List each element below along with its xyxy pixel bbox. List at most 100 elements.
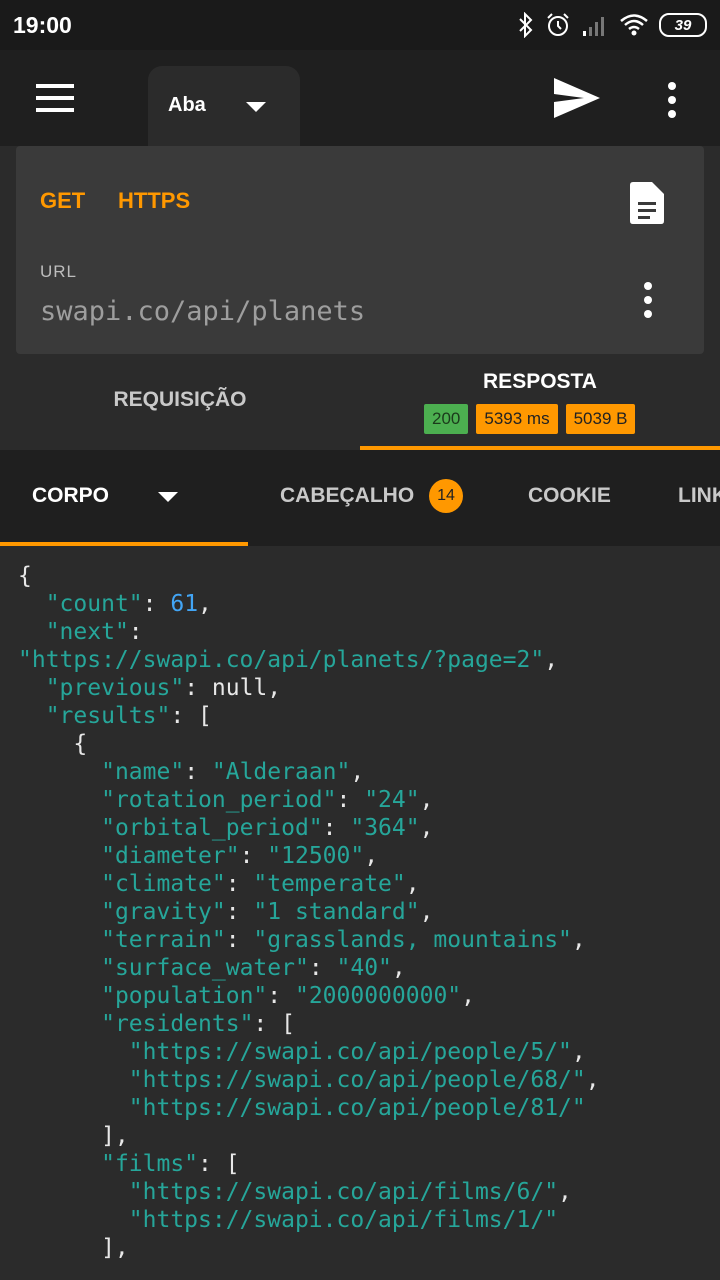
json-punct: , [461, 983, 475, 1009]
bluetooth-icon [519, 12, 533, 38]
json-line: "gravity": "1 standard", [18, 898, 720, 926]
json-punct [18, 1179, 129, 1205]
json-punct [18, 871, 101, 897]
json-string: "40" [336, 955, 392, 981]
json-line: { [18, 730, 720, 758]
json-punct [18, 1151, 101, 1177]
json-punct: , [585, 1067, 600, 1093]
wifi-icon [620, 14, 648, 36]
request-card: GET HTTPS URL swapi.co/api/planets [16, 146, 704, 354]
json-punct [18, 983, 101, 1009]
method-selector[interactable]: GET [40, 188, 85, 214]
body-tab-indicator [0, 542, 248, 546]
json-punct: , [419, 787, 434, 813]
json-key: "gravity" [101, 899, 226, 925]
json-line: "films": [ [18, 1150, 720, 1178]
json-key: "next" [45, 619, 129, 645]
subtab-link[interactable]: LINK [678, 484, 720, 508]
json-key: "terrain" [101, 927, 226, 953]
json-line: "https://swapi.co/api/people/5/", [18, 1038, 720, 1066]
json-punct [18, 1207, 129, 1233]
json-punct: , [405, 871, 420, 897]
json-string: "24" [364, 787, 420, 813]
json-punct [18, 703, 46, 729]
json-number: 61 [170, 591, 199, 617]
subtab-headers[interactable]: CABEÇALHO [280, 484, 414, 508]
json-line: "https://swapi.co/api/people/68/", [18, 1066, 720, 1094]
json-line: "surface_water": "40", [18, 954, 720, 982]
response-body: { "count": 61, "next": "https://swapi.co/… [18, 562, 720, 1262]
more-vert-icon[interactable] [660, 80, 684, 120]
tab-request[interactable]: REQUISIÇÃO [0, 360, 360, 450]
json-punct: , [544, 647, 559, 673]
json-line: "count": 61, [18, 590, 720, 618]
json-line: "population": "2000000000", [18, 982, 720, 1010]
json-punct: : [142, 591, 171, 617]
json-string: "12500" [267, 843, 365, 869]
json-key: "climate" [101, 871, 226, 897]
tab-selector-label: Aba [168, 94, 206, 116]
json-punct [18, 927, 101, 953]
tab-response[interactable]: RESPOSTA 200 5393 ms 5039 B [360, 360, 720, 450]
json-key: "diameter" [101, 843, 240, 869]
json-punct: : [322, 815, 351, 841]
json-string: "https://swapi.co/api/planets/?page=2" [18, 647, 545, 673]
tab-request-label: REQUISIÇÃO [113, 388, 247, 411]
json-punct: , [419, 899, 434, 925]
url-input[interactable]: swapi.co/api/planets [40, 296, 365, 327]
json-punct: { [18, 563, 32, 589]
json-punct: : [308, 955, 337, 981]
json-key: "results" [45, 703, 171, 729]
alarm-icon [547, 13, 569, 36]
json-punct [18, 675, 46, 701]
status-code-badge: 200 [424, 404, 469, 434]
json-line: "next": [18, 618, 720, 646]
json-line: "https://swapi.co/api/planets/?page=2", [18, 646, 720, 674]
json-line: "orbital_period": "364", [18, 814, 720, 842]
json-key: "count" [45, 591, 143, 617]
json-string: "https://swapi.co/api/people/81/" [128, 1095, 586, 1121]
url-more-vert-icon[interactable] [636, 280, 660, 320]
json-punct [18, 1067, 129, 1093]
tab-response-label: RESPOSTA [483, 370, 597, 393]
json-punct [18, 1039, 129, 1065]
battery-icon: 39 [659, 13, 707, 37]
json-punct [18, 1011, 101, 1037]
json-line: "name": "Alderaan", [18, 758, 720, 786]
chevron-down-icon [246, 102, 266, 112]
json-punct: , [364, 843, 379, 869]
app-bar: Aba [0, 50, 720, 166]
json-punct: , [558, 1179, 572, 1205]
json-line: ], [18, 1234, 720, 1262]
battery-level: 39 [674, 16, 692, 34]
url-label: URL [40, 262, 78, 281]
subtab-body[interactable]: CORPO [32, 484, 109, 508]
hamburger-menu-icon[interactable] [36, 84, 74, 112]
body-format-chevron-icon[interactable] [158, 492, 178, 502]
json-key: "name" [101, 759, 185, 785]
response-badges: 200 5393 ms 5039 B [424, 404, 636, 434]
json-punct: : [ [170, 703, 212, 729]
json-string: "364" [350, 815, 420, 841]
status-bar: 19:00 39 [0, 0, 720, 50]
json-line: "https://swapi.co/api/films/1/" [18, 1206, 720, 1234]
json-punct: , [571, 927, 586, 953]
response-size-badge: 5039 B [565, 404, 636, 434]
json-punct: , [198, 591, 212, 617]
json-punct [18, 759, 101, 785]
json-punct: : [225, 871, 254, 897]
json-line: "rotation_period": "24", [18, 786, 720, 814]
json-line: "https://swapi.co/api/films/6/", [18, 1178, 720, 1206]
json-punct: : [336, 787, 365, 813]
send-icon[interactable] [554, 78, 600, 118]
json-key: "films" [101, 1151, 199, 1177]
subtab-cookie[interactable]: COOKIE [528, 484, 611, 508]
protocol-selector[interactable]: HTTPS [118, 188, 190, 214]
json-punct: { [18, 731, 88, 757]
document-icon[interactable] [630, 182, 664, 224]
headers-count-badge: 14 [429, 479, 463, 513]
json-punct: : [239, 843, 268, 869]
json-punct: , [419, 815, 434, 841]
json-punct [18, 787, 101, 813]
json-key: "rotation_period" [101, 787, 337, 813]
